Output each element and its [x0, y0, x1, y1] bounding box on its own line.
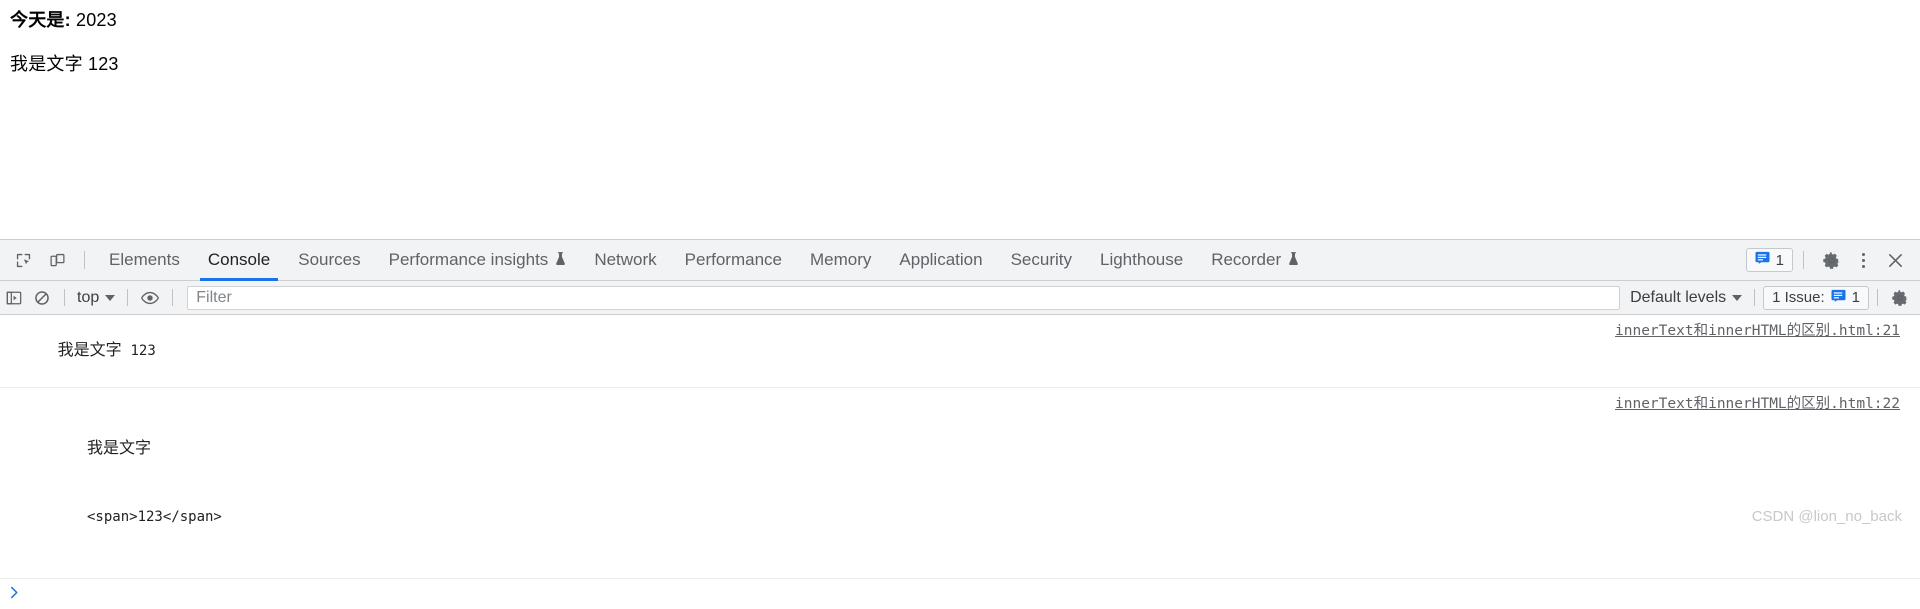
console-filter-placeholder: Filter — [196, 288, 232, 306]
tab-label: Elements — [109, 250, 180, 269]
tab-application[interactable]: Application — [885, 240, 996, 281]
close-icon[interactable] — [1880, 245, 1910, 275]
tab-label: Performance — [684, 250, 782, 269]
csdn-watermark: CSDN @lion_no_back — [1751, 508, 1902, 525]
devtools-panel: Elements Console Sources Performance ins… — [0, 239, 1920, 598]
console-message-text: 我是文字 <span>123</span> — [22, 391, 1920, 575]
kebab-menu-icon[interactable] — [1848, 245, 1878, 275]
issues-badge-button[interactable]: 1 — [1745, 248, 1793, 272]
issues-message-icon — [1755, 251, 1770, 269]
experiment-flask-icon — [1288, 252, 1299, 268]
console-message-line2: <span>123</span> — [87, 509, 222, 525]
tab-label: Console — [207, 250, 271, 269]
devtools-tabbar: Elements Console Sources Performance ins… — [0, 240, 1920, 281]
tab-label: Network — [594, 250, 657, 269]
tab-label: Security — [1010, 250, 1072, 269]
page-date-label: 今天是: — [10, 10, 71, 30]
console-message-row[interactable]: 我是文字 <span>123</span> innerText和innerHTM… — [0, 388, 1920, 579]
toolbar-divider — [84, 251, 85, 269]
tab-security[interactable]: Security — [997, 240, 1086, 281]
console-message-cn: 我是文字 — [57, 342, 122, 359]
page-date-value: 2023 — [76, 10, 117, 30]
log-levels-selector[interactable]: Default levels — [1626, 289, 1746, 307]
tab-label: Lighthouse — [1100, 250, 1184, 269]
device-toolbar-icon[interactable] — [42, 245, 72, 275]
toolbar-divider — [127, 289, 129, 306]
page-text-line: 我是文字 123 — [10, 54, 119, 74]
console-filter-input[interactable]: Filter — [187, 285, 1621, 310]
tab-memory[interactable]: Memory — [796, 240, 885, 281]
console-issues-label: 1 Issue: — [1772, 289, 1825, 306]
toolbar-divider — [1877, 289, 1878, 306]
web-page-content: 今天是: 2023 我是文字 123 — [0, 0, 1920, 239]
live-expressions-eye-icon[interactable] — [136, 285, 164, 311]
issues-count: 1 — [1775, 251, 1784, 269]
tab-console[interactable]: Console — [194, 240, 284, 281]
console-prompt[interactable] — [0, 579, 1920, 609]
console-toolbar: top Filter Default levels 1 Issue: 1 — [0, 281, 1920, 315]
tab-recorder[interactable]: Recorder — [1197, 240, 1313, 281]
tab-performance[interactable]: Performance — [671, 240, 796, 281]
chevron-down-icon — [105, 294, 116, 301]
console-message-list[interactable]: 我是文字 123 innerText和innerHTML的区别.html:21 … — [0, 315, 1920, 598]
execution-context-selector[interactable]: top — [73, 289, 119, 307]
page-date-line: 今天是: 2023 — [10, 6, 117, 32]
experiment-flask-icon — [555, 252, 566, 268]
console-toolbar-right: Default levels 1 Issue: 1 — [1626, 285, 1920, 311]
console-source-link[interactable]: innerText和innerHTML的区别.html:21 — [1615, 319, 1900, 340]
tab-performance-insights[interactable]: Performance insights — [375, 240, 581, 281]
tab-label: Recorder — [1211, 250, 1282, 269]
issues-message-icon — [1831, 289, 1846, 307]
tab-elements[interactable]: Elements — [95, 240, 194, 281]
chevron-down-icon — [1732, 294, 1743, 301]
console-settings-gear-icon[interactable] — [1886, 285, 1914, 311]
toolbar-divider — [172, 289, 174, 306]
log-levels-label: Default levels — [1630, 288, 1727, 306]
devtools-toolbar-actions: 1 — [1745, 245, 1920, 275]
execution-context-label: top — [77, 288, 100, 306]
console-sidebar-icon[interactable] — [0, 285, 28, 311]
clear-console-icon[interactable] — [28, 285, 56, 311]
toolbar-divider — [64, 289, 65, 306]
tab-lighthouse[interactable]: Lighthouse — [1086, 240, 1197, 281]
console-issues-count: 1 — [1851, 289, 1860, 306]
tab-label: Application — [899, 250, 983, 269]
tab-label: Memory — [810, 250, 872, 269]
tab-sources[interactable]: Sources — [284, 240, 374, 281]
console-source-link[interactable]: innerText和innerHTML的区别.html:22 — [1615, 392, 1900, 413]
console-message-line1: 我是文字 — [87, 440, 152, 457]
toolbar-divider — [1803, 251, 1804, 269]
gear-icon[interactable] — [1816, 245, 1846, 275]
tab-network[interactable]: Network — [580, 240, 670, 281]
toolbar-divider — [1754, 289, 1756, 306]
inspect-element-icon[interactable] — [8, 245, 38, 275]
console-issues-button[interactable]: 1 Issue: 1 — [1763, 285, 1869, 310]
console-message-code: 123 — [130, 343, 156, 359]
console-message-row[interactable]: 我是文字 123 innerText和innerHTML的区别.html:21 — [0, 315, 1920, 388]
tab-label: Performance insights — [388, 250, 549, 269]
tab-label: Sources — [298, 250, 361, 269]
console-prompt-caret-icon — [10, 586, 19, 603]
